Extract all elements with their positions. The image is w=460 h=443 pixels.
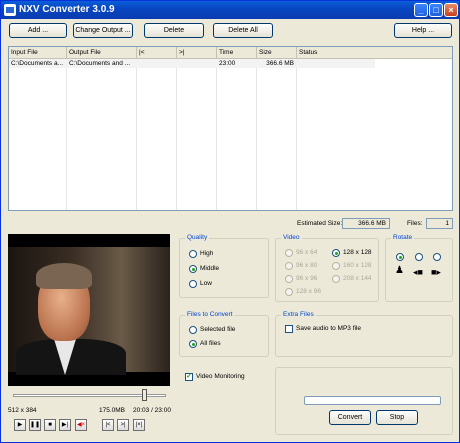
cell-end (177, 59, 217, 68)
video-128x128-radio[interactable] (332, 249, 340, 257)
video-160x128-label: 160 x 128 (343, 262, 372, 269)
video-frame (8, 247, 170, 375)
column-header-input[interactable]: Input File (9, 47, 67, 58)
rotate-left-radio[interactable] (415, 253, 423, 261)
all-files-radio[interactable] (189, 340, 197, 348)
convert-button[interactable]: Convert (329, 410, 371, 425)
app-window: NXV Converter 3.0.9 _ □ × Add ... Change… (0, 0, 460, 443)
video-128x96-label: 128 x 96 (296, 288, 321, 295)
delete-all-button[interactable]: Delete All (213, 23, 273, 38)
rotate-left-icon: ◂■ (413, 267, 423, 277)
help-button[interactable]: Help ... (394, 23, 452, 38)
seek-slider-thumb[interactable] (141, 389, 147, 401)
column-header-output[interactable]: Output File (67, 47, 137, 58)
app-icon (4, 4, 16, 16)
files-count-label: Files: (407, 220, 423, 227)
rotate-group-title: Rotate (391, 234, 415, 241)
cell-size: 366.6 MB (257, 59, 297, 68)
delete-button[interactable]: Delete (144, 23, 204, 38)
file-list[interactable]: Input File Output File |< >| Time Size S… (8, 46, 453, 211)
video-96x96-radio[interactable] (285, 275, 293, 283)
quality-low-radio[interactable] (189, 280, 197, 288)
mark-start-icon[interactable]: |< (102, 419, 114, 431)
video-208x144-radio[interactable] (332, 275, 340, 283)
extra-files-group: Extra Files (275, 311, 453, 357)
mute-icon[interactable]: ◀× (75, 419, 87, 431)
video-96x64-label: 96 x 64 (296, 249, 318, 256)
add-button[interactable]: Add ... (9, 23, 67, 38)
video-128x128-label: 128 x 128 (343, 249, 372, 256)
mark-end-icon[interactable]: >| (117, 419, 129, 431)
maximize-button[interactable]: □ (429, 3, 443, 17)
cell-start (137, 59, 177, 68)
video-time: 20:03 / 23:00 (133, 407, 171, 414)
change-output-button[interactable]: Change Output ... (73, 23, 133, 38)
video-group-title: Video (281, 234, 302, 241)
selected-file-radio[interactable] (189, 326, 197, 334)
selected-file-label: Selected file (200, 326, 236, 333)
title-bar[interactable]: NXV Converter 3.0.9 _ □ × (1, 1, 459, 19)
stop-icon[interactable]: ■ (44, 419, 56, 431)
frame-step-icon[interactable]: ▶| (59, 419, 71, 431)
video-128x96-radio[interactable] (285, 288, 293, 296)
video-96x96-label: 96 x 96 (296, 275, 318, 282)
files-count-value: 1 (426, 218, 453, 229)
estimated-size-value: 366.6 MB (342, 218, 390, 229)
video-monitoring-checkbox[interactable]: ✓ (185, 373, 193, 381)
video-160x128-radio[interactable] (332, 262, 340, 270)
mark-clear-icon[interactable]: |×| (133, 419, 145, 431)
video-subject-hair (36, 263, 92, 289)
window-title: NXV Converter 3.0.9 (19, 4, 115, 15)
column-header-status[interactable]: Status (297, 47, 452, 58)
close-button[interactable]: × (444, 3, 458, 17)
files-to-convert-title: Files to Convert (185, 311, 235, 318)
files-to-convert-group: Files to Convert (179, 311, 269, 357)
file-list-header: Input File Output File |< >| Time Size S… (9, 47, 452, 59)
all-files-label: All files (200, 340, 221, 347)
rotate-right-radio[interactable] (433, 253, 441, 261)
estimated-size-label: Estimated Size: (297, 220, 343, 227)
video-96x80-radio[interactable] (285, 262, 293, 270)
rotate-none-radio[interactable] (396, 253, 404, 261)
pause-icon[interactable]: ❚❚ (29, 419, 41, 431)
minimize-button[interactable]: _ (414, 3, 428, 17)
column-header-time[interactable]: Time (217, 47, 257, 58)
column-header-end[interactable]: >| (177, 47, 217, 58)
quality-low-label: Low (200, 280, 212, 287)
cell-time: 23:00 (217, 59, 257, 68)
quality-group-title: Quality (185, 234, 210, 241)
video-size: 175.0MB (99, 407, 126, 414)
stop-button[interactable]: Stop (376, 410, 418, 425)
quality-middle-label: Middle (200, 265, 220, 272)
conversion-progress-bar (304, 396, 441, 405)
rotate-none-icon: ♟ (395, 265, 404, 276)
video-208x144-label: 208 x 144 (343, 275, 372, 282)
video-preview (8, 234, 170, 386)
column-header-start[interactable]: |< (137, 47, 177, 58)
rotate-right-icon: ■▸ (431, 267, 441, 277)
save-audio-checkbox[interactable] (285, 325, 293, 333)
extra-files-title: Extra Files (281, 311, 316, 318)
quality-high-label: High (200, 250, 214, 257)
play-icon[interactable]: ▶ (14, 419, 26, 431)
quality-high-radio[interactable] (189, 250, 197, 258)
quality-middle-radio[interactable] (189, 265, 197, 273)
cell-status (297, 59, 375, 68)
cell-output-file: C:\Documents and ... (67, 59, 137, 68)
video-96x64-radio[interactable] (285, 249, 293, 257)
save-audio-label: Save audio to MP3 file (296, 325, 362, 332)
video-monitoring-label: Video Monitoring (196, 373, 245, 380)
column-header-size[interactable]: Size (257, 47, 297, 58)
cell-input-file: C:\Documents a... (9, 59, 67, 68)
video-resolution: 512 x 384 (8, 407, 37, 414)
video-96x80-label: 96 x 80 (296, 262, 318, 269)
